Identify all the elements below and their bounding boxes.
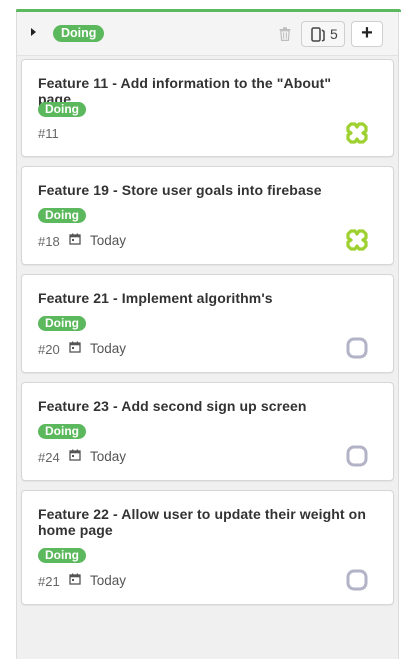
task-card[interactable]: Feature 11 - Add information to the "Abo… — [21, 59, 394, 157]
card-title: Feature 21 - Implement algorithm's — [38, 290, 273, 306]
card-id: #18 — [38, 234, 60, 249]
avatar — [346, 122, 368, 144]
avatar — [346, 229, 368, 251]
card-status-badge: Doing — [38, 316, 86, 331]
task-card[interactable]: Feature 19 - Store user goals into fireb… — [21, 166, 394, 265]
plus-icon: + — [361, 22, 373, 44]
calendar-icon — [69, 233, 81, 245]
card-due-date: Today — [90, 341, 127, 356]
calendar-icon — [69, 341, 81, 353]
card-due-date: Today — [90, 449, 127, 464]
task-card[interactable]: Feature 23 - Add second sign up screen D… — [21, 382, 394, 481]
card-due-date: Today — [90, 573, 127, 588]
caret-right-icon[interactable] — [31, 28, 36, 36]
card-status-badge: Doing — [38, 208, 86, 223]
task-card[interactable]: Feature 21 - Implement algorithm's Doing… — [21, 274, 394, 373]
card-id: #20 — [38, 342, 60, 357]
calendar-icon — [69, 449, 81, 461]
card-due-date: Today — [90, 233, 127, 248]
avatar — [346, 445, 368, 467]
card-id: #21 — [38, 574, 60, 589]
card-status-badge: Doing — [38, 102, 86, 117]
avatar — [346, 569, 368, 591]
add-card-button[interactable]: + — [351, 21, 383, 47]
column-header: Doing 5 + — [17, 12, 398, 56]
avatar — [346, 337, 368, 359]
card-id: #24 — [38, 450, 60, 465]
wip-limit-button[interactable]: 5 — [301, 21, 345, 47]
task-card[interactable]: Feature 22 - Allow user to update their … — [21, 490, 394, 605]
trash-icon[interactable] — [279, 27, 291, 41]
card-title: Feature 11 - Add information to the "Abo… — [38, 75, 332, 107]
card-title: Feature 22 - Allow user to update their … — [38, 506, 366, 538]
card-title: Feature 19 - Store user goals into fireb… — [38, 182, 322, 198]
card-status-badge: Doing — [38, 548, 86, 563]
wip-count: 5 — [330, 26, 338, 42]
calendar-icon — [69, 573, 81, 585]
card-status-badge: Doing — [38, 424, 86, 439]
wip-limit-icon — [311, 27, 325, 42]
card-title: Feature 23 - Add second sign up screen — [38, 398, 307, 414]
kanban-column: Doing 5 + Feature 11 - Add information t… — [16, 9, 401, 659]
column-status-badge: Doing — [53, 25, 105, 42]
card-id: #11 — [38, 126, 59, 141]
